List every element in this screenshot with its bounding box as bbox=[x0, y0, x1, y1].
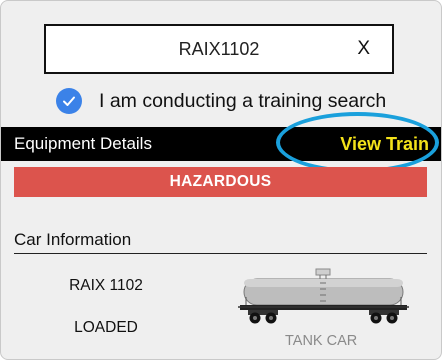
divider bbox=[14, 253, 427, 254]
hazardous-banner: HAZARDOUS bbox=[14, 167, 427, 197]
training-search-label: I am conducting a training search bbox=[99, 89, 387, 112]
clear-search-button[interactable]: X bbox=[357, 26, 370, 72]
equipment-screen: RAIX1102 X I am conducting a training se… bbox=[0, 0, 442, 360]
search-value[interactable]: RAIX1102 bbox=[46, 26, 392, 72]
tank-car-icon bbox=[238, 268, 409, 324]
equipment-details-header: Equipment Details View Train bbox=[1, 127, 441, 161]
page-title: Equipment Details bbox=[14, 134, 152, 153]
load-status: LOADED bbox=[74, 319, 138, 336]
training-search-toggle[interactable]: I am conducting a training search bbox=[56, 87, 386, 115]
checkmark-icon[interactable] bbox=[56, 88, 82, 114]
car-type-label: TANK CAR bbox=[285, 333, 358, 349]
car-information-title: Car Information bbox=[14, 230, 132, 249]
view-train-button[interactable]: View Train bbox=[340, 127, 429, 161]
car-id: RAIX 1102 bbox=[69, 277, 143, 294]
search-input[interactable]: RAIX1102 X bbox=[44, 24, 394, 74]
